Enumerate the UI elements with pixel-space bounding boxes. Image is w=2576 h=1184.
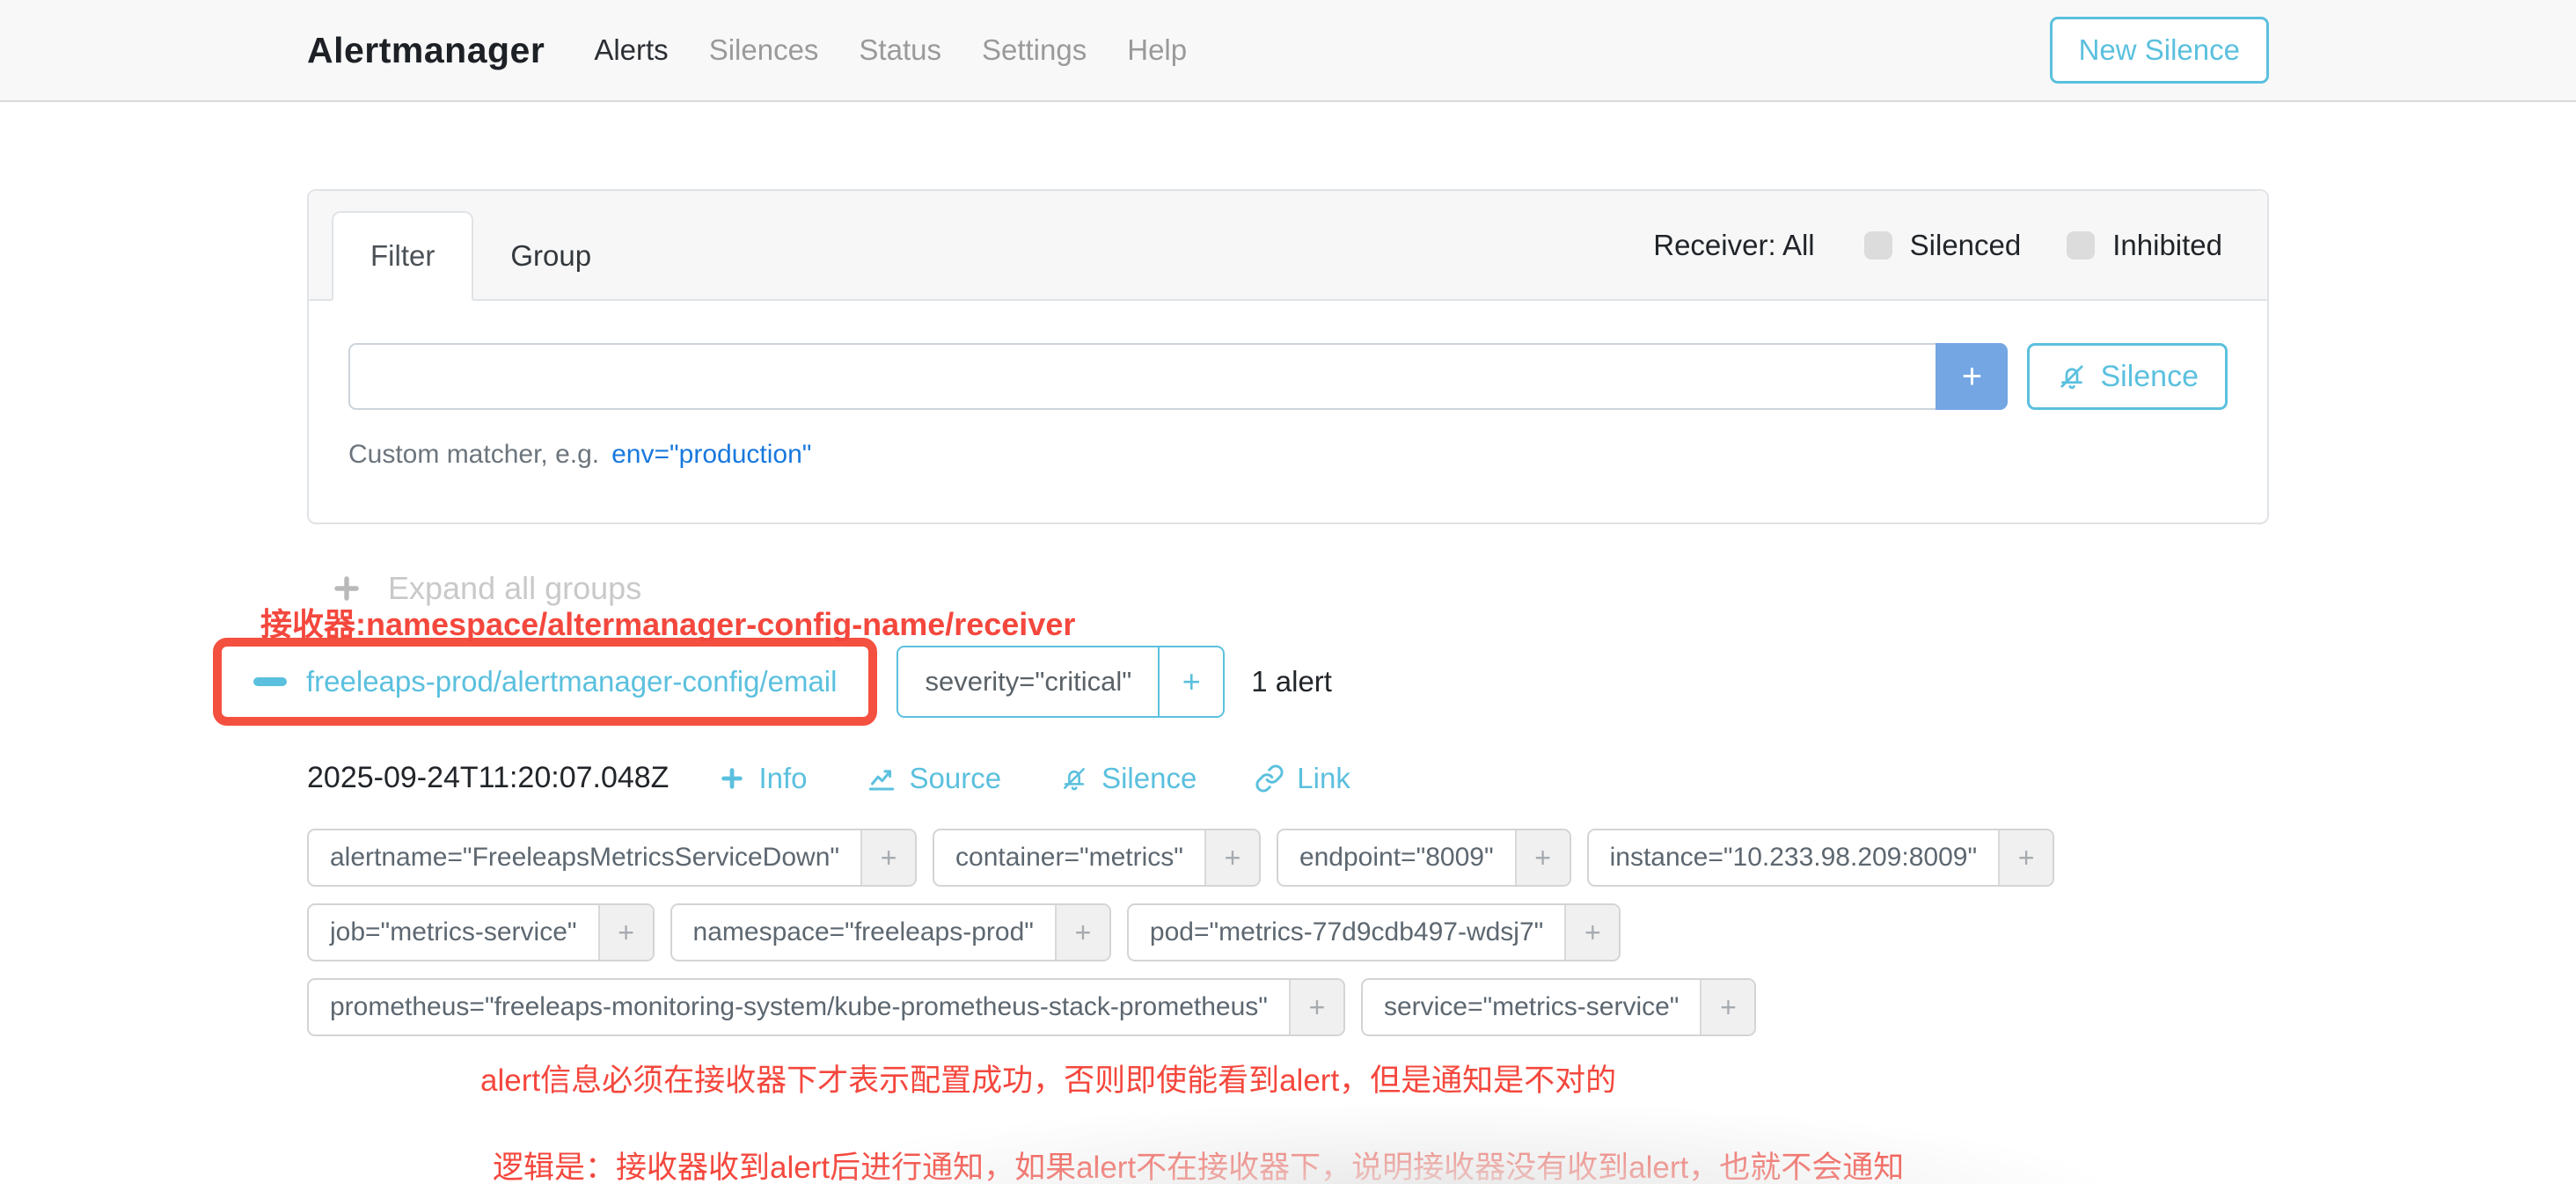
label-tag-container: container="metrics" + [933, 829, 1261, 887]
add-matcher-button[interactable]: + [1936, 343, 2008, 410]
label-tag-pod: pod="metrics-77d9cdb497-wdsj7" + [1127, 903, 1621, 961]
tab-group[interactable]: Group [473, 211, 628, 301]
matcher-row: + Silence [348, 343, 2228, 410]
group-receiver-label: freeleaps-prod/alertmanager-config/email [306, 665, 837, 698]
alert-label-tags: alertname="FreeleapsMetricsServiceDown" … [307, 829, 2269, 1036]
label-tag-add-button[interactable]: + [1998, 830, 2053, 885]
label-tag-add-button[interactable]: + [1289, 980, 1343, 1034]
label-tag-text: service="metrics-service" [1363, 980, 1701, 1034]
alert-source-label: Source [910, 762, 1002, 795]
label-tag-text: endpoint="8009" [1278, 830, 1515, 885]
label-tag-add-button[interactable]: + [1564, 905, 1619, 960]
alert-timestamp: 2025-09-24T11:20:07.048Z [307, 761, 669, 795]
filter-tabs: Filter Group [332, 211, 628, 301]
minus-icon [253, 677, 287, 686]
silenced-checkbox-label: Silenced [1910, 229, 2022, 262]
group-header-row: freeleaps-prod/alertmanager-config/email… [213, 638, 2269, 726]
app-brand[interactable]: Alertmanager [307, 30, 545, 71]
filter-card-body: + Silence Custom matcher, e.g. env="prod… [309, 301, 2267, 523]
group-filter-add-button[interactable]: + [1158, 647, 1223, 716]
chart-line-icon [866, 763, 897, 794]
label-tag-service: service="metrics-service" + [1361, 978, 1757, 1036]
alert-silence-label: Silence [1101, 762, 1197, 795]
bell-slash-icon [2056, 361, 2088, 392]
receiver-select[interactable]: Receiver: All [1653, 229, 1814, 262]
matcher-hint: Custom matcher, e.g. env="production" [348, 440, 2228, 470]
navbar: Alertmanager Alerts Silences Status Sett… [0, 0, 2576, 102]
alert-info-button[interactable]: Info [718, 762, 807, 795]
filter-card-header: Filter Group Receiver: All Silenced Inhi… [309, 191, 2267, 301]
annotation-receiver-note: 接收器:namespace/altermanager-config-name/r… [260, 599, 1075, 645]
group-filter-label: severity="critical" [898, 647, 1158, 716]
label-tag-add-button[interactable]: + [860, 830, 915, 885]
expand-all-row: Expand all groups 接收器:namespace/alterman… [307, 570, 2269, 610]
matcher-hint-text: Custom matcher, e.g. [348, 440, 599, 470]
annotation-logic-line1: 逻辑是：接收器收到alert后进行通知，如果alert不在接收器下，说明接收器没… [493, 1146, 2269, 1184]
label-tag-text: prometheus="freeleaps-monitoring-system/… [309, 980, 1289, 1034]
label-tag-text: pod="metrics-77d9cdb497-wdsj7" [1129, 905, 1564, 960]
annotation-alert-note: alert信息必须在接收器下才表示配置成功，否则即使能看到alert，但是通知是… [480, 1056, 2269, 1100]
label-tag-add-button[interactable]: + [598, 905, 653, 960]
group-filter-chip: severity="critical" + [896, 646, 1225, 718]
matcher-input[interactable] [348, 343, 1936, 410]
label-tag-add-button[interactable]: + [1515, 830, 1570, 885]
annotation-highlight-box: freeleaps-prod/alertmanager-config/email [213, 638, 877, 726]
label-tag-text: alertname="FreeleapsMetricsServiceDown" [309, 830, 860, 885]
alert-groups: Expand all groups 接收器:namespace/alterman… [307, 570, 2269, 1184]
inhibited-checkbox-wrap[interactable]: Inhibited [2067, 229, 2222, 262]
plus-icon [718, 764, 746, 793]
bell-slash-icon [1059, 764, 1089, 793]
nav-item-help[interactable]: Help [1127, 33, 1187, 67]
silence-filter-label: Silence [2100, 360, 2199, 394]
label-tag-alertname: alertname="FreeleapsMetricsServiceDown" … [307, 829, 917, 887]
label-tag-text: instance="10.233.98.209:8009" [1589, 830, 1998, 885]
tab-filter[interactable]: Filter [332, 211, 473, 301]
silenced-checkbox-wrap[interactable]: Silenced [1864, 229, 2022, 262]
silence-filter-button[interactable]: Silence [2027, 343, 2228, 410]
alert-link-label: Link [1297, 762, 1350, 795]
label-tag-job: job="metrics-service" + [307, 903, 655, 961]
group-alert-count: 1 alert [1251, 665, 1332, 698]
label-tag-text: namespace="freeleaps-prod" [672, 905, 1055, 960]
filter-card: Filter Group Receiver: All Silenced Inhi… [307, 189, 2269, 524]
nav-item-alerts[interactable]: Alerts [594, 33, 668, 67]
new-silence-button[interactable]: New Silence [2050, 17, 2269, 84]
matcher-hint-example-link[interactable]: env="production" [611, 440, 811, 470]
label-tag-add-button[interactable]: + [1204, 830, 1259, 885]
label-tag-text: container="metrics" [934, 830, 1204, 885]
label-tag-text: job="metrics-service" [309, 905, 598, 960]
nav-item-settings[interactable]: Settings [982, 33, 1087, 67]
link-icon [1255, 764, 1284, 793]
filter-header-controls: Receiver: All Silenced Inhibited [1653, 229, 2228, 262]
alert-generator-link[interactable]: Link [1255, 762, 1350, 795]
alert-info-label: Info [758, 762, 807, 795]
annotation-logic-note: 逻辑是：接收器收到alert后进行通知，如果alert不在接收器下，说明接收器没… [493, 1146, 2269, 1184]
label-tag-add-button[interactable]: + [1700, 980, 1754, 1034]
nav-item-status[interactable]: Status [859, 33, 941, 67]
alert-silence-button[interactable]: Silence [1059, 762, 1197, 795]
main-content: Filter Group Receiver: All Silenced Inhi… [0, 102, 2576, 1184]
label-tag-add-button[interactable]: + [1055, 905, 1109, 960]
inhibited-checkbox-label: Inhibited [2112, 229, 2222, 262]
alert-source-link[interactable]: Source [866, 762, 1002, 795]
label-tag-namespace: namespace="freeleaps-prod" + [670, 903, 1111, 961]
label-tag-prometheus: prometheus="freeleaps-monitoring-system/… [307, 978, 1345, 1036]
inhibited-checkbox[interactable] [2067, 231, 2095, 259]
alert-header-row: 2025-09-24T11:20:07.048Z Info [307, 761, 2269, 795]
silenced-checkbox[interactable] [1864, 231, 1892, 259]
label-tag-instance: instance="10.233.98.209:8009" + [1587, 829, 2054, 887]
collapse-group-button[interactable]: freeleaps-prod/alertmanager-config/email [232, 665, 858, 698]
label-tag-endpoint: endpoint="8009" + [1277, 829, 1571, 887]
nav-item-silences[interactable]: Silences [709, 33, 819, 67]
